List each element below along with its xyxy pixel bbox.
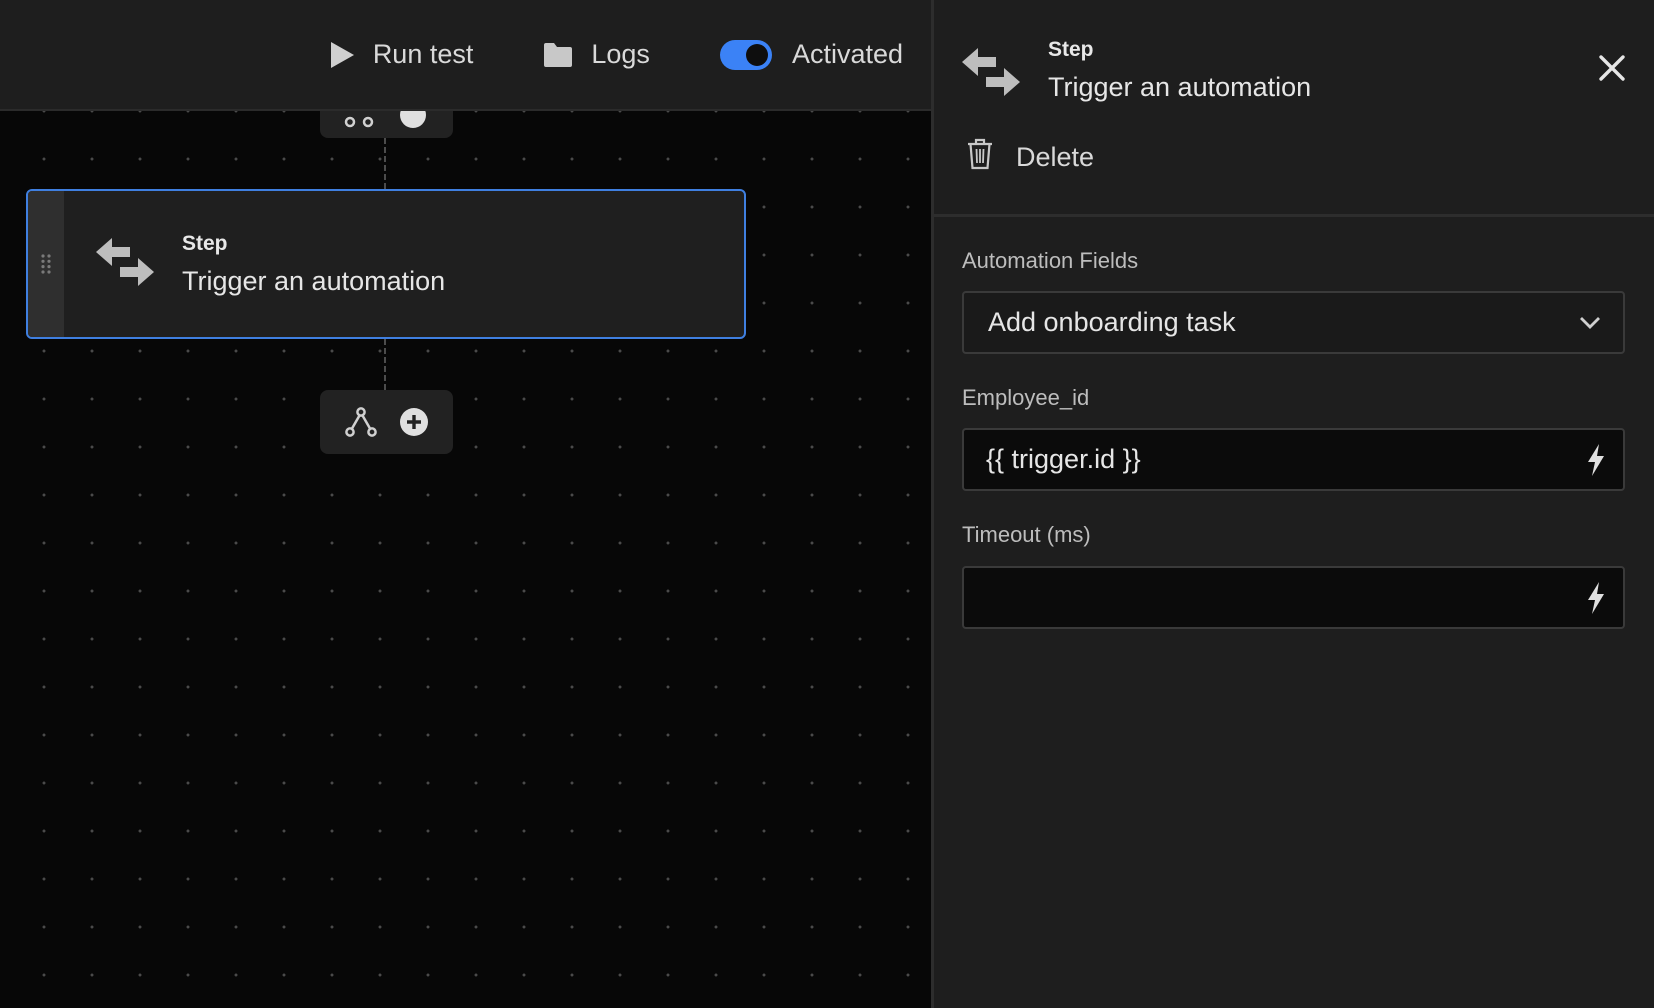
activated-toggle[interactable]: [719, 39, 772, 70]
add-circle-icon: [399, 408, 428, 436]
canvas-toolbar: Run test Logs Activated: [0, 0, 931, 111]
automation-select-value: Add onboarding task: [988, 307, 1236, 337]
activated-label: Activated: [791, 39, 903, 69]
timeout-input[interactable]: [986, 582, 1546, 613]
connector-line: [384, 339, 386, 390]
branch-icon: [344, 407, 377, 437]
add-step-button[interactable]: [399, 407, 429, 437]
panel-step-type: Step: [1048, 38, 1094, 61]
toggle-knob: [745, 43, 768, 66]
step-card-type: Step: [182, 231, 228, 255]
employee-id-label: Employee_id: [962, 385, 1090, 410]
automation-fields-label: Automation Fields: [962, 248, 1139, 273]
swap-arrows-icon: [962, 46, 1020, 103]
step-card-title: Trigger an automation: [182, 265, 446, 296]
logs-button[interactable]: Logs: [543, 39, 650, 70]
delete-button[interactable]: Delete: [966, 138, 1094, 177]
step-card-text: Step Trigger an automation: [182, 232, 445, 297]
employee-id-input[interactable]: [986, 444, 1546, 475]
automation-select[interactable]: Add onboarding task: [962, 291, 1625, 354]
panel-header: Step Trigger an automation Delete: [934, 0, 1654, 217]
run-test-button[interactable]: Run test: [329, 39, 474, 70]
play-icon: [329, 41, 355, 69]
drag-handle[interactable]: [28, 191, 64, 337]
delete-label: Delete: [1016, 142, 1095, 172]
step-detail-panel: Step Trigger an automation Delete Automa…: [931, 0, 1654, 1008]
connector-line: [384, 138, 386, 189]
drag-dots-icon: [41, 254, 51, 274]
activated-toggle-group: Activated: [719, 39, 903, 70]
folder-icon: [543, 42, 573, 68]
step-card-trigger-automation[interactable]: Step Trigger an automation: [26, 189, 746, 339]
run-test-label: Run test: [372, 39, 474, 69]
workflow-canvas[interactable]: Run test Logs Activated Step Trigger an …: [0, 0, 931, 1008]
timeout-field-wrapper: [962, 566, 1625, 629]
add-step-toolbar: [320, 390, 453, 454]
timeout-label: Timeout (ms): [962, 522, 1091, 547]
bolt-icon[interactable]: [1585, 443, 1607, 477]
close-icon[interactable]: [1598, 54, 1626, 87]
swap-arrows-icon: [96, 236, 154, 293]
branch-button[interactable]: [344, 406, 377, 438]
logs-label: Logs: [591, 39, 650, 69]
employee-id-field-wrapper: [962, 428, 1625, 491]
bolt-icon[interactable]: [1585, 581, 1607, 615]
panel-step-title: Trigger an automation: [1048, 72, 1312, 102]
chevron-down-icon: [1580, 316, 1600, 329]
trash-icon: [966, 138, 994, 177]
